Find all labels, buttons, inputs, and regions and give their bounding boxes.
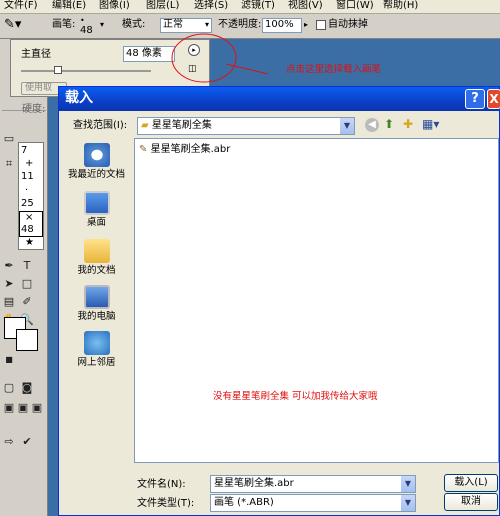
place-computer[interactable]: 我的电脑 <box>64 285 129 323</box>
clock-icon <box>83 143 110 167</box>
place-network-label: 网上邻居 <box>77 357 116 368</box>
place-desktop[interactable]: 桌面 <box>64 191 129 229</box>
filetype-value: 画笔 (*.ABR) <box>214 497 274 508</box>
file-item[interactable]: ✎ 星星笔刷全集.abr <box>139 143 230 156</box>
load-dialog: 载入 ? X 查找范围(I): ▰ 星星笔刷全集 ▼ ◀ ⬆ ✚ ▦▾ 我最近的… <box>58 86 500 516</box>
place-desktop-label: 桌面 <box>86 217 106 228</box>
desktop-icon <box>83 191 110 215</box>
place-recent[interactable]: 我最近的文档 <box>64 143 129 181</box>
folder-icon <box>83 239 110 263</box>
chevron-down-icon[interactable]: ▼ <box>400 476 415 492</box>
close-button[interactable]: X <box>487 89 500 109</box>
look-in-label: 查找范围(I): <box>73 120 128 131</box>
folder-icon: ▰ <box>141 120 149 131</box>
filename-label: 文件名(N): <box>137 479 186 490</box>
computer-icon <box>83 285 110 309</box>
help-button[interactable]: ? <box>465 89 485 109</box>
dialog-title: 载入 <box>65 90 93 106</box>
filename-value: 星星笔刷全集.abr <box>214 478 294 489</box>
file-item-label: 星星笔刷全集.abr <box>150 144 231 155</box>
dialog-titlebar: 载入 ? X <box>59 87 500 111</box>
chevron-down-icon[interactable]: ▼ <box>339 118 354 134</box>
place-network[interactable]: 网上邻居 <box>64 331 129 369</box>
brush-file-icon: ✎ <box>139 144 148 155</box>
view-menu-icon[interactable]: ▦▾ <box>422 117 439 131</box>
place-computer-label: 我的电脑 <box>77 311 116 322</box>
network-globe-icon <box>83 331 110 355</box>
filename-input[interactable]: 星星笔刷全集.abr ▼ <box>210 475 416 493</box>
place-documents[interactable]: 我的文档 <box>64 239 129 277</box>
new-folder-icon[interactable]: ✚ <box>403 117 413 131</box>
middle-annotation-text: 没有星星笔刷全集 可以加我传给大家哦 <box>213 391 378 402</box>
file-list[interactable]: ✎ 星星笔刷全集.abr 没有星星笔刷全集 可以加我传给大家哦 <box>134 138 499 463</box>
load-button[interactable]: 载入(L) <box>444 474 498 492</box>
top-annotation-ellipse <box>171 33 237 83</box>
back-icon[interactable]: ◀ <box>365 118 379 132</box>
chevron-down-icon[interactable]: ▼ <box>400 495 415 511</box>
place-recent-label: 我最近的文档 <box>67 169 125 180</box>
filetype-select[interactable]: 画笔 (*.ABR) ▼ <box>210 494 416 512</box>
place-documents-label: 我的文档 <box>77 265 116 276</box>
cancel-button[interactable]: 取消 <box>444 493 498 511</box>
places-bar: 我最近的文档 桌面 我的文档 我的电脑 网上邻居 <box>64 141 129 387</box>
filetype-label: 文件类型(T): <box>137 498 195 509</box>
look-in-select[interactable]: ▰ 星星笔刷全集 ▼ <box>137 117 355 135</box>
look-in-value: 星星笔刷全集 <box>151 120 212 131</box>
up-folder-icon[interactable]: ⬆ <box>384 117 394 131</box>
top-annotation-text: 点击这里选择载入画笔 <box>286 64 382 75</box>
